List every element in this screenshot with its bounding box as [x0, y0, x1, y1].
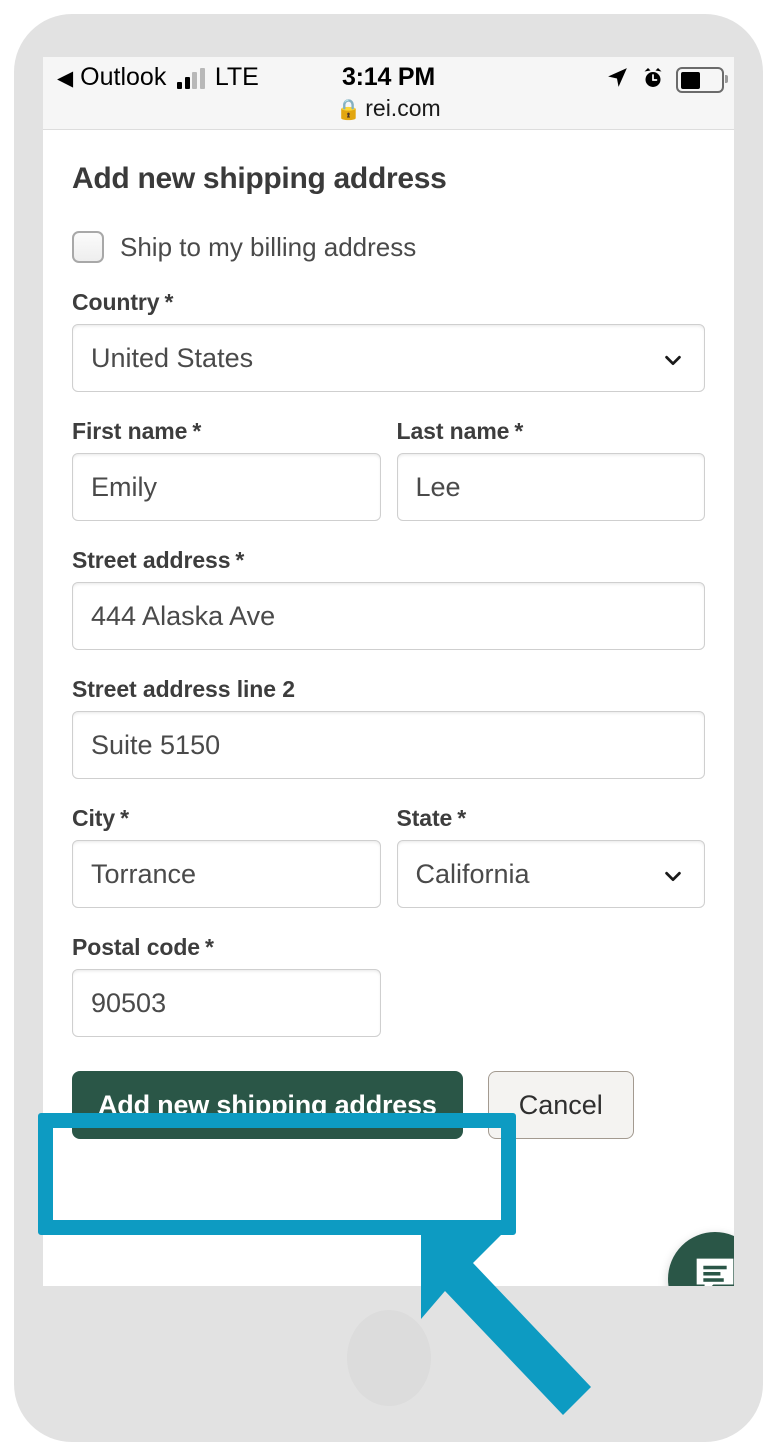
field-first-name: First name * Emily: [72, 392, 381, 521]
shipping-address-form: Add new shipping address Ship to my bill…: [43, 162, 734, 1286]
postal-row-spacer: [397, 908, 706, 1037]
chat-bubble-icon: [690, 1252, 734, 1286]
name-row: First name * Emily Last name * Lee: [72, 392, 705, 521]
location-arrow-icon: [605, 65, 630, 95]
field-state: State * California: [396, 779, 705, 908]
battery-icon: [676, 67, 728, 93]
state-select[interactable]: California: [396, 840, 705, 908]
field-last-name: Last name * Lee: [396, 392, 705, 521]
ship-to-billing-label: Ship to my billing address: [120, 231, 417, 262]
status-bar: ◀ Outlook LTE 3:14 PM 🔒 rei.com: [43, 57, 734, 130]
country-select[interactable]: United States: [72, 324, 705, 392]
chevron-down-icon: [662, 347, 684, 369]
url-label: rei.com: [365, 95, 441, 121]
url-bar[interactable]: 🔒 rei.com: [43, 95, 734, 122]
field-country: Country * United States: [72, 289, 705, 392]
field-street-address-2: Street address line 2 Suite 5150: [72, 676, 705, 779]
field-city: City * Torrance: [72, 779, 381, 908]
phone-screen: ◀ Outlook LTE 3:14 PM 🔒 rei.com Add new …: [43, 57, 734, 1286]
chevron-down-icon: [662, 863, 684, 885]
label-first-name: First name *: [72, 418, 202, 444]
label-city: City *: [72, 805, 129, 831]
street-address-input[interactable]: 444 Alaska Ave: [72, 582, 705, 650]
home-button[interactable]: [347, 1310, 431, 1406]
alarm-clock-icon: [641, 66, 665, 95]
postal-code-value: 90503: [91, 987, 167, 1018]
field-postal-code: Postal code * 90503: [72, 908, 381, 1037]
last-name-value: Lee: [415, 471, 461, 502]
state-value: California: [415, 858, 530, 889]
city-value: Torrance: [91, 858, 197, 889]
first-name-value: Emily: [91, 471, 157, 502]
label-state: State *: [396, 805, 467, 831]
last-name-input[interactable]: Lee: [396, 453, 705, 521]
country-value: United States: [91, 342, 254, 373]
street-address-2-input[interactable]: Suite 5150: [72, 711, 705, 779]
postal-row: Postal code * 90503: [72, 908, 705, 1037]
page-title: Add new shipping address: [72, 162, 447, 195]
label-street-address-2: Street address line 2: [72, 676, 295, 702]
cancel-button[interactable]: Cancel: [487, 1071, 634, 1139]
add-new-shipping-address-button[interactable]: Add new shipping address: [72, 1071, 463, 1139]
ship-to-billing-checkbox-row[interactable]: Ship to my billing address: [72, 231, 705, 263]
street-address-value: 444 Alaska Ave: [91, 600, 276, 631]
label-street-address: Street address *: [72, 547, 245, 573]
label-postal-code: Postal code *: [72, 934, 214, 960]
city-state-row: City * Torrance State * California: [72, 779, 705, 908]
city-input[interactable]: Torrance: [72, 840, 381, 908]
first-name-input[interactable]: Emily: [72, 453, 381, 521]
status-bar-right: [605, 65, 728, 95]
form-actions: Add new shipping address Cancel: [72, 1071, 705, 1139]
label-last-name: Last name *: [396, 418, 524, 444]
street-address-2-value: Suite 5150: [91, 729, 221, 760]
label-country: Country *: [72, 289, 174, 315]
postal-code-input[interactable]: 90503: [72, 969, 381, 1037]
field-street-address: Street address * 444 Alaska Ave: [72, 547, 705, 650]
lock-icon: 🔒: [336, 99, 362, 121]
ship-to-billing-checkbox[interactable]: [72, 231, 104, 263]
